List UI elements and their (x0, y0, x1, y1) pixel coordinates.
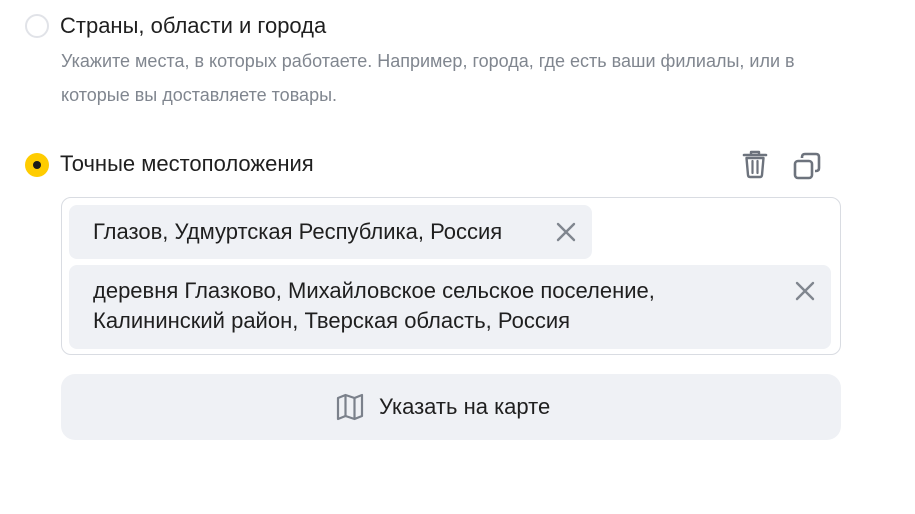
location-chip: деревня Глазково, Михайловское сельское … (69, 265, 831, 349)
close-icon (795, 281, 815, 301)
show-on-map-button[interactable]: Указать на карте (61, 374, 841, 440)
show-on-map-label: Указать на карте (379, 394, 551, 419)
location-settings: Страны, области и города Укажите места, … (0, 0, 915, 514)
regions-radio[interactable] (25, 14, 49, 38)
location-chip-label: деревня Глазково, Михайловское сельское … (93, 278, 655, 333)
remove-location-button[interactable] (553, 219, 579, 245)
regions-option-title[interactable]: Страны, области и города (60, 13, 326, 39)
exact-locations-radio[interactable] (25, 153, 49, 177)
location-chip-label: Глазов, Удмуртская Республика, Россия (93, 219, 503, 244)
locations-list: Глазов, Удмуртская Республика, Россия де… (61, 197, 841, 355)
exact-locations-option-title[interactable]: Точные местоположения (60, 151, 314, 177)
regions-option-hint: Укажите места, в которых работаете. Напр… (61, 51, 795, 105)
close-icon (556, 222, 576, 242)
location-chip: Глазов, Удмуртская Республика, Россия (69, 205, 592, 259)
radio-selected-dot (33, 161, 41, 169)
map-icon (336, 393, 364, 421)
trash-icon (742, 150, 768, 179)
delete-button[interactable] (739, 148, 771, 180)
remove-location-button[interactable] (792, 278, 818, 304)
copy-icon (793, 152, 821, 180)
duplicate-button[interactable] (791, 150, 823, 182)
